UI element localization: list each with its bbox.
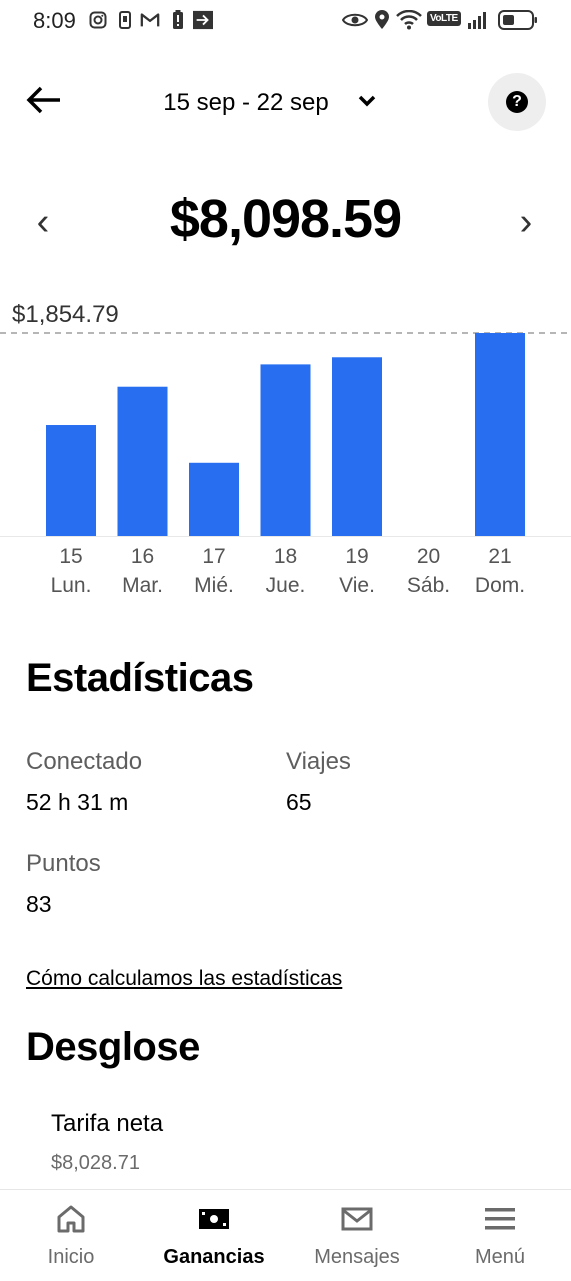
breakdown-item-label[interactable]: Tarifa neta bbox=[51, 1110, 163, 1138]
chart-day-label: 18 Jue. bbox=[251, 542, 321, 600]
phone-icon bbox=[115, 10, 135, 30]
home-icon bbox=[56, 1200, 86, 1238]
breakdown-item-value: $8,028.71 bbox=[51, 1152, 140, 1174]
chart-weekday: Mar. bbox=[122, 574, 163, 597]
chart-day-number: 21 bbox=[488, 545, 512, 568]
stat-label-points: Puntos bbox=[26, 850, 101, 877]
next-week-button[interactable]: › bbox=[506, 196, 546, 248]
chart-day-number: 20 bbox=[416, 545, 441, 568]
mail-icon bbox=[341, 1200, 373, 1238]
status-time: 8:09 bbox=[33, 8, 76, 33]
nav-item-mensajes[interactable]: Mensajes bbox=[286, 1200, 428, 1275]
chart-day-label: 19 Vie. bbox=[322, 542, 392, 600]
chart-day-label: 21 Dom. bbox=[465, 542, 535, 600]
stat-value-trips: 65 bbox=[286, 789, 312, 815]
chart-bar-19[interactable] bbox=[332, 357, 382, 536]
stat-value-connected: 52 h 31 m bbox=[26, 789, 129, 815]
arrow-left-icon bbox=[26, 85, 62, 120]
location-icon bbox=[372, 10, 392, 30]
chart-bar-17[interactable] bbox=[189, 462, 239, 536]
eye-icon bbox=[342, 10, 368, 30]
nav-label-inicio: Inicio bbox=[47, 1246, 95, 1268]
alert-icon bbox=[168, 10, 188, 30]
status-bar: 8:09 VoLTE bbox=[0, 0, 571, 44]
total-earnings: $8,098.59 bbox=[169, 189, 402, 249]
chart-weekday: Sáb. bbox=[406, 574, 451, 597]
stat-value-points: 83 bbox=[26, 891, 52, 917]
menu-icon bbox=[484, 1200, 516, 1238]
chart-day-number: 19 bbox=[345, 545, 369, 568]
stats-title: Estadísticas bbox=[26, 656, 254, 700]
nav-label-ganancias: Ganancias bbox=[163, 1246, 265, 1268]
chart-day-label: 20 Sáb. bbox=[394, 542, 464, 600]
gmail-icon bbox=[140, 10, 160, 30]
chart-day-number: 17 bbox=[202, 545, 226, 568]
nav-label-menu: Menú bbox=[474, 1246, 526, 1268]
chart-day-label: 16 Mar. bbox=[108, 542, 178, 600]
stats-info-link[interactable]: Cómo calculamos las estadísticas bbox=[26, 967, 342, 991]
nav-item-ganancias[interactable]: Ganancias bbox=[143, 1200, 285, 1275]
date-range-label: 15 sep - 22 sep bbox=[163, 89, 329, 116]
chart-bar-16[interactable] bbox=[117, 386, 168, 536]
chart-day-number: 16 bbox=[130, 545, 155, 568]
back-button[interactable] bbox=[22, 80, 66, 124]
help-icon: ? bbox=[506, 91, 528, 113]
stat-label-connected: Conectado bbox=[26, 748, 143, 775]
help-button[interactable]: ? bbox=[488, 73, 546, 131]
chevron-right-icon: › bbox=[519, 200, 533, 243]
arrow-forward-icon bbox=[193, 10, 213, 30]
chart-weekday: Mié. bbox=[194, 574, 234, 597]
breakdown-title: Desglose bbox=[26, 1025, 200, 1069]
chevron-down-icon bbox=[357, 94, 377, 113]
battery-icon bbox=[497, 10, 539, 30]
chart-weekday: Jue. bbox=[265, 574, 306, 597]
chart-day-label: 17 Mié. bbox=[179, 542, 249, 600]
chevron-left-icon: ‹ bbox=[36, 200, 50, 243]
chart-weekday: Vie. bbox=[339, 574, 375, 597]
wifi-icon bbox=[396, 10, 422, 30]
nav-label-mensajes: Mensajes bbox=[314, 1246, 400, 1268]
earnings-bar-chart bbox=[0, 332, 571, 537]
nav-item-menu[interactable]: Menú bbox=[429, 1200, 571, 1275]
chart-bar-15[interactable] bbox=[46, 425, 96, 536]
chart-bar-21[interactable] bbox=[475, 333, 525, 536]
earnings-icon bbox=[198, 1200, 230, 1238]
chart-weekday: Lun. bbox=[50, 574, 92, 597]
prev-week-button[interactable]: ‹ bbox=[23, 196, 63, 248]
chart-day-label: 15 Lun. bbox=[36, 542, 106, 600]
date-range-selector[interactable]: 15 sep - 22 sep bbox=[140, 86, 400, 120]
volte-icon: VoLTE bbox=[427, 11, 461, 26]
chart-day-number: 15 bbox=[59, 545, 83, 568]
instagram-icon bbox=[88, 10, 108, 30]
nav-item-inicio[interactable]: Inicio bbox=[0, 1200, 142, 1275]
signal-icon bbox=[466, 10, 490, 30]
chart-day-number: 18 bbox=[273, 545, 298, 568]
chart-weekday: Dom. bbox=[474, 574, 526, 597]
stat-label-trips: Viajes bbox=[286, 748, 351, 775]
chart-bar-18[interactable] bbox=[260, 364, 311, 536]
